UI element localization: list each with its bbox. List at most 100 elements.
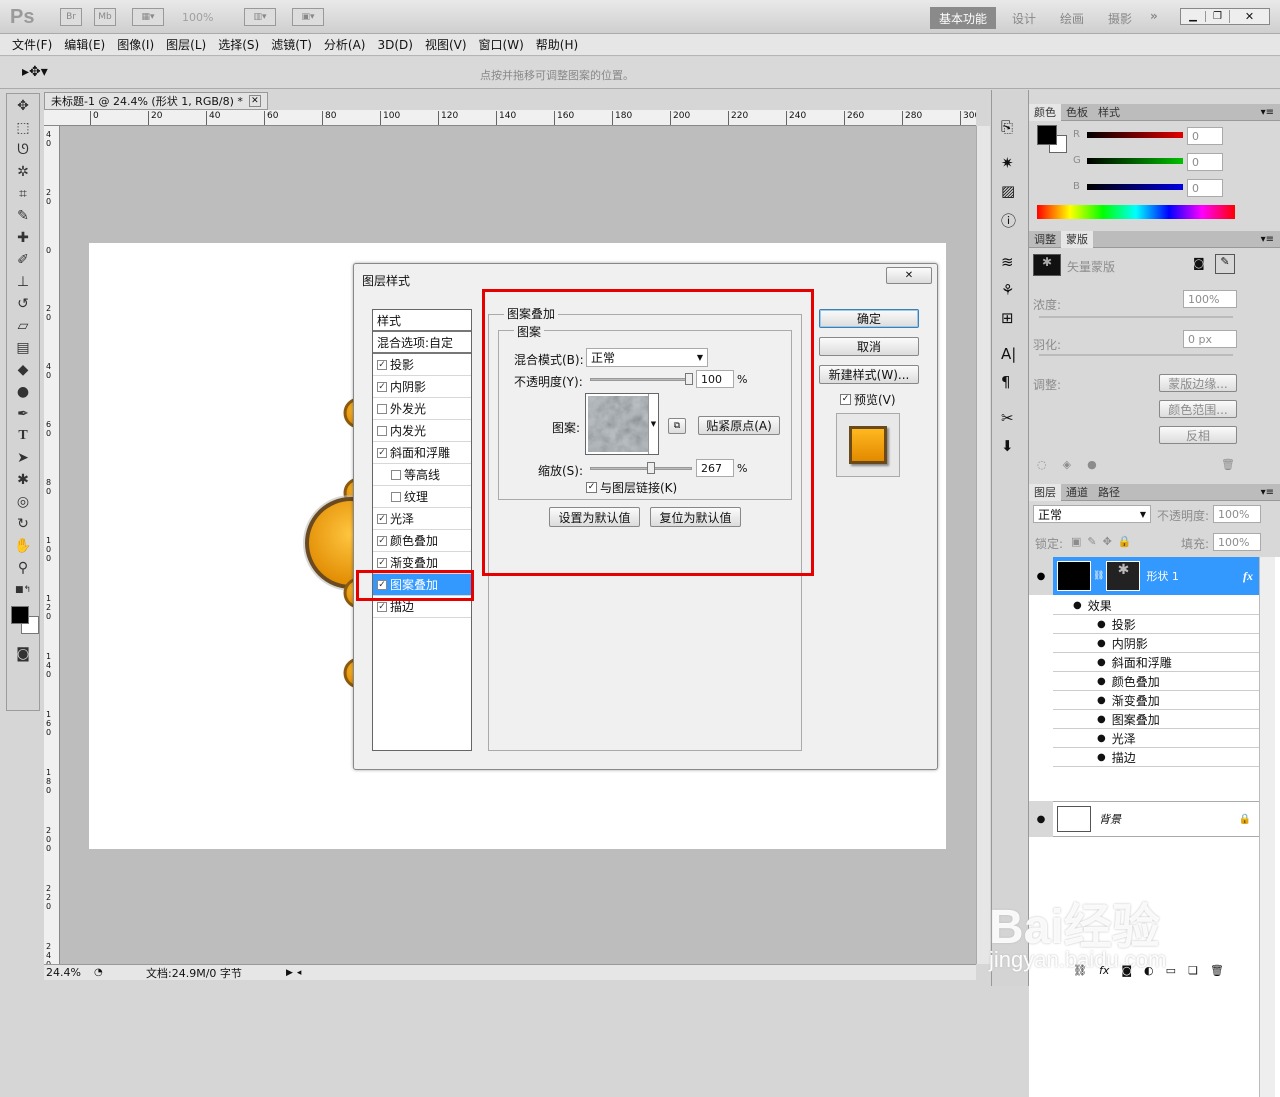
tab-channels[interactable]: 通道 [1061,484,1093,501]
bridge-button[interactable]: Br [60,8,82,26]
style-checkbox[interactable]: ✓ [377,359,387,370]
3d-rotate-icon[interactable]: ◎ [12,492,34,512]
doc-info[interactable]: 文档:24.9M/0 字节 [146,965,286,981]
layer-blend-select[interactable]: 正常 ▼ [1033,505,1151,523]
vector-mask-thumb[interactable]: ✱ [1033,254,1061,276]
style-item[interactable]: 外发光 [373,398,471,420]
preview-toggle[interactable]: ✓ 预览(V) [840,391,896,408]
effect-row[interactable]: ● 投影 [1053,615,1259,634]
tools-3d-icon[interactable]: ✂ [1001,409,1028,427]
brushes-icon[interactable]: ≋ [1001,253,1028,271]
style-item[interactable]: ✓ 内阴影 [373,376,471,398]
style-item[interactable]: ✓ 斜面和浮雕 [373,442,471,464]
history-brush-icon[interactable]: ↺ [12,294,34,314]
workspace-design[interactable]: 设计 [1012,10,1036,27]
style-checkbox[interactable]: ✓ [377,381,387,392]
eye-icon[interactable]: ● [1097,752,1106,763]
navigator-icon[interactable]: ✷ [1001,154,1028,172]
panel-menu-icon[interactable]: ▾≡ [1261,107,1274,118]
lock-pixels-icon[interactable]: ✎ [1087,535,1096,548]
hscroll-left-icon[interactable]: ◂ [297,968,302,978]
effect-row[interactable]: ● 斜面和浮雕 [1053,653,1259,672]
layers-scrollbar[interactable] [1259,557,1275,1097]
fill-input[interactable]: 100% [1213,533,1261,551]
color-range-button[interactable]: 颜色范围... [1159,400,1237,418]
preview-checkbox[interactable]: ✓ [840,394,851,405]
histogram-icon[interactable]: ▨ [1001,182,1028,200]
menu-image[interactable]: 图像(I) [117,36,154,53]
brush-tool-icon[interactable]: ✐ [12,250,34,270]
mask-edge-button[interactable]: 蒙版边缘... [1159,374,1237,392]
close-window-icon[interactable]: ✕ [1229,10,1269,23]
tab-layers[interactable]: 图层 [1029,483,1061,501]
channel-input[interactable]: 0 [1187,179,1223,197]
density-slider[interactable] [1039,316,1233,318]
workspace-essentials[interactable]: 基本功能 [930,7,996,29]
tab-swatches[interactable]: 色板 [1061,104,1093,121]
dialog-close-button[interactable]: ✕ [886,267,932,284]
effect-row[interactable]: ● 颜色叠加 [1053,672,1259,691]
layer-row-background[interactable]: ● 背景 🔒 [1029,801,1259,837]
new-style-button[interactable]: 新建样式(W)... [819,365,919,384]
menu-layer[interactable]: 图层(L) [166,36,206,53]
paragraph-icon[interactable]: ¶ [1001,373,1028,391]
move-tool-preset-icon[interactable]: ▸✥▾ [22,64,48,80]
mini-bridge-button[interactable]: Mb [94,8,116,26]
effect-row[interactable]: ● 光泽 [1053,729,1259,748]
channel-slider[interactable] [1087,158,1183,164]
feather-input[interactable]: 0 px [1183,330,1237,348]
menu-window[interactable]: 窗口(W) [479,36,524,53]
pixel-mask-icon[interactable]: ◙ [1193,256,1205,270]
view-extras-icon[interactable]: ▦▾ [132,8,164,26]
add-mask-icon[interactable]: ◙ [1121,964,1132,977]
color-spectrum[interactable] [1037,205,1235,219]
foreground-color-swatch[interactable] [11,606,29,624]
panel-menu-icon[interactable]: ▾≡ [1261,487,1274,498]
style-item[interactable]: ✓ 光泽 [373,508,471,530]
tab-color[interactable]: 颜色 [1029,103,1061,121]
style-item[interactable]: 纹理 [373,486,471,508]
effect-row[interactable]: ● 渐变叠加 [1053,691,1259,710]
layer-opacity-input[interactable]: 100% [1213,505,1261,523]
style-checkbox[interactable]: ✓ [377,535,387,546]
trash-icon[interactable]: 🗑 [1221,458,1235,471]
menu-file[interactable]: 文件(F) [12,36,52,53]
eye-icon[interactable]: ● [1029,801,1053,837]
menu-edit[interactable]: 编辑(E) [64,36,105,53]
hand-tool-icon[interactable]: ✋ [12,536,34,556]
zoom-select[interactable]: 100% [182,11,213,24]
load-selection-icon[interactable]: ◌ [1037,458,1047,471]
menu-analysis[interactable]: 分析(A) [324,36,366,53]
layer-name[interactable]: 形状 1 [1146,568,1179,584]
effects-row[interactable]: ● 效果 [1053,597,1259,615]
menu-3d[interactable]: 3D(D) [377,38,412,52]
gradient-tool-icon[interactable]: ▤ [12,338,34,358]
style-item[interactable]: ✓ 颜色叠加 [373,530,471,552]
actions-icon[interactable]: ⬇ [1001,437,1028,455]
magic-wand-icon[interactable]: ✲ [12,162,34,182]
eye-icon[interactable]: ● [1097,657,1106,668]
dodge-tool-icon[interactable]: ● [12,382,34,402]
workspace-painting[interactable]: 绘画 [1060,10,1084,27]
channel-slider[interactable] [1087,184,1183,190]
type-tool-icon[interactable]: T [12,426,34,446]
style-item[interactable]: 等高线 [373,464,471,486]
path-select-icon[interactable]: ➤ [12,448,34,468]
eye-icon[interactable]: ● [1097,733,1106,744]
effect-row[interactable]: ● 内阴影 [1053,634,1259,653]
document-tab[interactable]: 未标题-1 @ 24.4% (形状 1, RGB/8) * ✕ [44,92,268,110]
eye-icon[interactable]: ● [1097,638,1106,649]
healing-brush-icon[interactable]: ✚ [12,228,34,248]
style-item[interactable]: 内发光 [373,420,471,442]
eye-icon[interactable]: ● [1087,458,1097,471]
eye-icon[interactable]: ● [1097,619,1106,630]
zoom-tool-icon[interactable]: ⚲ [12,558,34,578]
lock-all-icon[interactable]: 🔒 [1118,535,1132,548]
eye-icon[interactable]: ● [1097,676,1106,687]
density-input[interactable]: 100% [1183,290,1237,308]
style-checkbox[interactable]: ✓ [377,447,387,458]
delete-layer-icon[interactable]: 🗑 [1210,964,1224,977]
more-workspaces[interactable]: » [1150,9,1158,23]
3d-orbit-icon[interactable]: ↻ [12,514,34,534]
status-menu-arrow-icon[interactable]: ▶ [286,968,293,978]
